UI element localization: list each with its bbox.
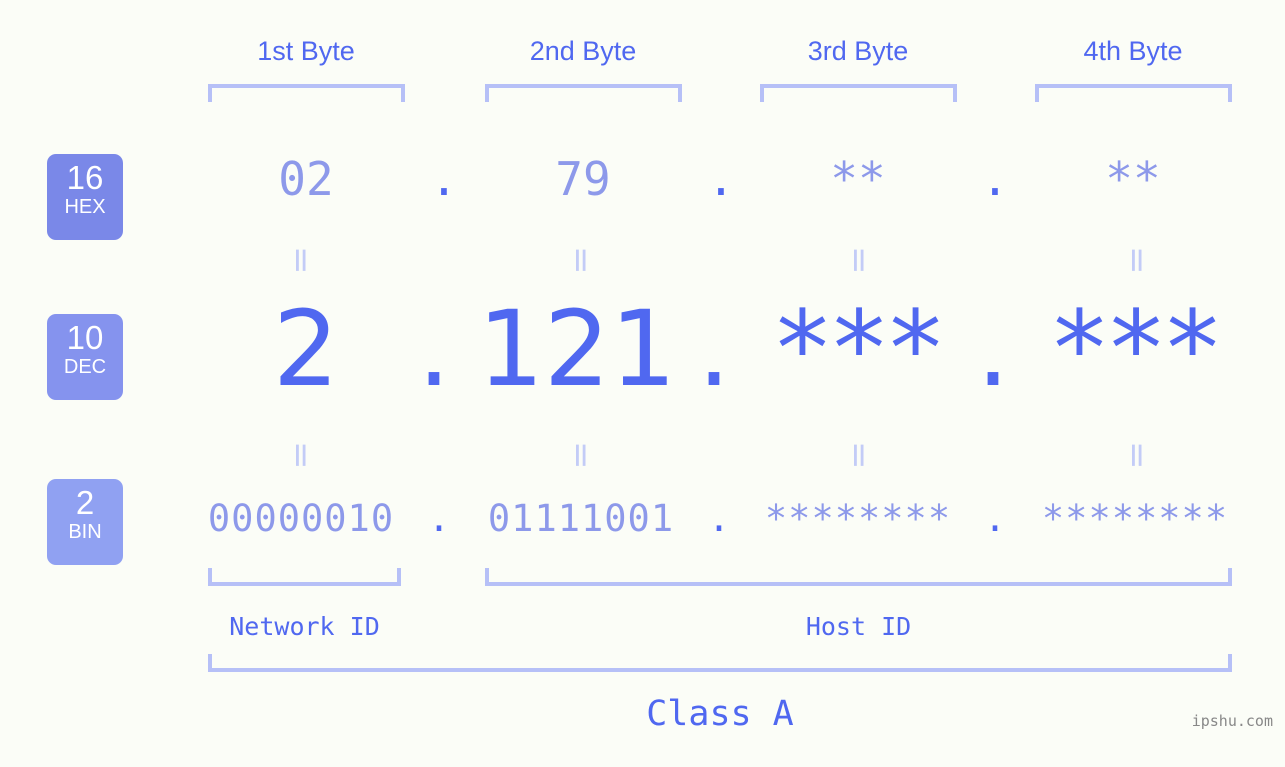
dec-value-byte-4: *** — [1048, 288, 1224, 410]
equals-connector-dec-bin-3: = — [839, 441, 879, 470]
byte-bracket-3 — [760, 84, 957, 102]
network-id-label: Network ID — [229, 612, 380, 641]
dec-value-byte-1: 2 — [272, 288, 340, 410]
host-id-bracket — [485, 568, 1232, 586]
byte-header-4: 4th Byte — [1083, 36, 1183, 66]
hex-separator-1: . — [430, 152, 458, 206]
ip-breakdown-diagram: 1st Byte 2nd Byte 3rd Byte 4th Byte 16 H… — [0, 0, 1285, 767]
equals-connector-hex-dec-3: = — [839, 246, 879, 275]
hex-value-byte-4: ** — [1105, 152, 1161, 206]
dec-value-byte-2: 121 — [477, 288, 677, 410]
equals-connector-dec-bin-4: = — [1117, 441, 1157, 470]
hex-value-byte-1: 02 — [278, 152, 334, 206]
base-badge-hex: 16 HEX — [47, 154, 123, 240]
byte-header-3: 3rd Byte — [807, 36, 909, 66]
hex-separator-3: . — [981, 152, 1009, 206]
hex-value-byte-2: 79 — [555, 152, 611, 206]
base-badge-dec-name: DEC — [63, 356, 107, 378]
class-bracket — [208, 654, 1232, 672]
dec-separator-2: . — [697, 288, 731, 410]
bin-separator-1: . — [427, 497, 451, 540]
hex-value-byte-3: ** — [830, 152, 886, 206]
base-badge-hex-name: HEX — [64, 196, 106, 218]
bin-value-byte-1: 00000010 — [207, 497, 395, 540]
base-badge-hex-number: 16 — [66, 159, 104, 196]
equals-connector-hex-dec-4: = — [1117, 246, 1157, 275]
dec-separator-3: . — [976, 288, 1010, 410]
equals-connector-hex-dec-1: = — [281, 246, 321, 275]
byte-header-1: 1st Byte — [257, 36, 355, 66]
bin-value-byte-2: 01111001 — [487, 497, 675, 540]
hex-separator-2: . — [707, 152, 735, 206]
network-id-bracket — [208, 568, 401, 586]
site-watermark: ipshu.com — [1191, 712, 1273, 730]
base-badge-bin-name: BIN — [68, 521, 102, 543]
bin-value-byte-4: ******** — [1041, 497, 1229, 540]
equals-connector-dec-bin-1: = — [281, 441, 321, 470]
dec-separator-1: . — [417, 288, 451, 410]
byte-bracket-2 — [485, 84, 682, 102]
byte-bracket-1 — [208, 84, 405, 102]
bin-value-byte-3: ******** — [764, 497, 952, 540]
host-id-label: Host ID — [805, 612, 912, 641]
bin-separator-2: . — [707, 497, 731, 540]
byte-bracket-4 — [1035, 84, 1232, 102]
base-badge-bin-number: 2 — [75, 484, 95, 521]
equals-connector-dec-bin-2: = — [561, 441, 601, 470]
base-badge-dec: 10 DEC — [47, 314, 123, 400]
dec-value-byte-3: *** — [771, 288, 947, 410]
bin-separator-3: . — [983, 497, 1007, 540]
base-badge-bin: 2 BIN — [47, 479, 123, 565]
base-badge-dec-number: 10 — [66, 319, 104, 356]
equals-connector-hex-dec-2: = — [561, 246, 601, 275]
class-label: Class A — [646, 694, 794, 734]
byte-header-2: 2nd Byte — [529, 36, 637, 66]
